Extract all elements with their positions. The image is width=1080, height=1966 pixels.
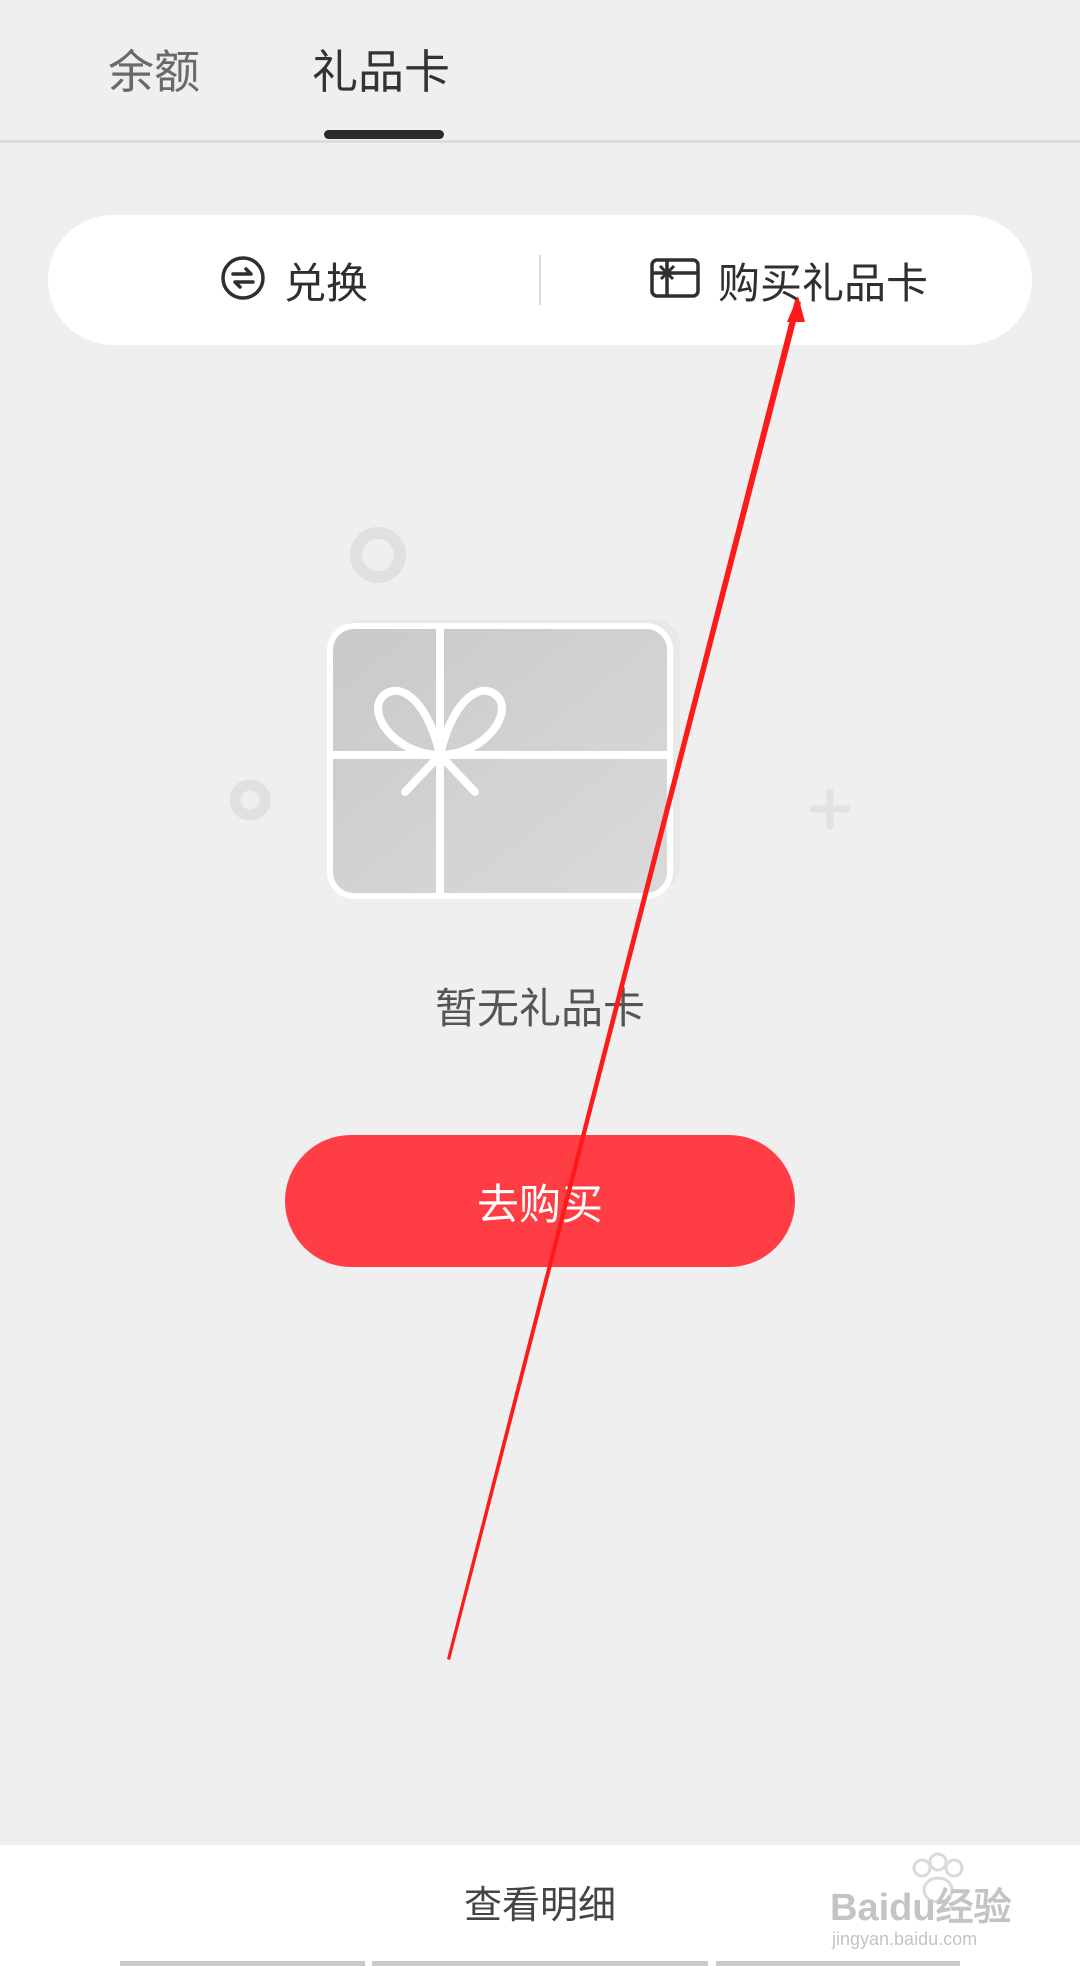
watermark-text: Baidu经验: [830, 1887, 1012, 1929]
decor-ring-icon: [350, 527, 406, 583]
go-buy-button[interactable]: 去购买: [285, 1135, 795, 1267]
gift-card-icon: [650, 258, 700, 302]
tab-bar: 余额 礼品卡: [0, 0, 1080, 143]
action-divider: [539, 255, 541, 305]
buy-gift-card-label: 购买礼品卡: [718, 258, 929, 308]
exchange-icon: [220, 255, 266, 305]
decor-ring-icon: [229, 779, 271, 821]
active-tab-indicator: [324, 130, 444, 139]
action-bar: 兑换 购买礼品卡: [48, 215, 1032, 345]
redeem-label: 兑换: [284, 258, 369, 308]
gift-card-illustration: [220, 520, 860, 940]
home-indicator: [372, 1961, 708, 1966]
empty-state-message: 暂无礼品卡: [434, 984, 645, 1033]
tab-gift-card[interactable]: 礼品卡: [312, 40, 450, 104]
tab-balance[interactable]: 余额: [108, 40, 200, 104]
buy-gift-card-button[interactable]: 购买礼品卡: [650, 215, 928, 345]
redeem-button[interactable]: 兑换: [220, 215, 368, 345]
watermark-subtext: jingyan.baidu.com: [831, 1929, 977, 1949]
home-indicator: [120, 1961, 365, 1966]
home-indicator: [716, 1961, 960, 1966]
decor-plus-icon: [809, 788, 851, 830]
baidu-watermark: Baidu经验 jingyan.baidu.com: [830, 1850, 1030, 1950]
